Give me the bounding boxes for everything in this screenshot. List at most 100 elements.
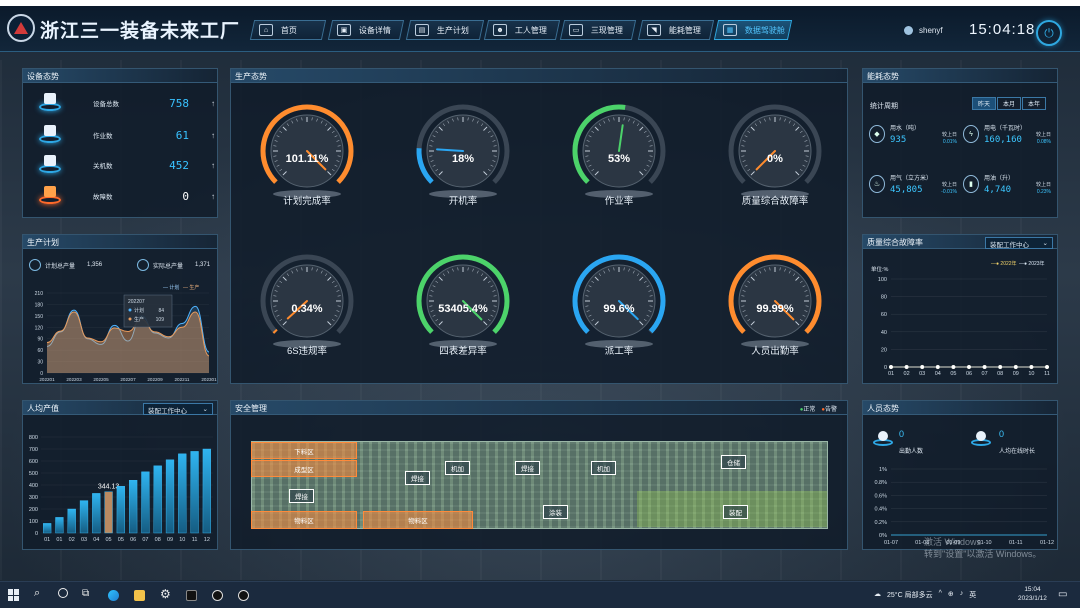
gauge-3: 53% 作业率 xyxy=(569,101,669,211)
plan-x-tick: 202201 xyxy=(39,377,55,382)
zone-welding-1[interactable]: 焊接 xyxy=(289,489,314,503)
tab-yesterday[interactable]: 昨天 xyxy=(972,97,997,110)
app-title: 浙江三一装备未来工厂 xyxy=(40,20,241,42)
zone-storage[interactable]: 仓储 xyxy=(721,455,746,469)
tray-chevron-icon[interactable]: ^ xyxy=(939,590,942,600)
tab-year[interactable]: 本年 xyxy=(1022,97,1047,110)
quality-x-tick: 05 xyxy=(950,371,956,377)
plan-tooltip-plan-label: 计划 xyxy=(134,307,144,314)
quality-point xyxy=(920,364,925,370)
gauge-label: 质量综合故障率 xyxy=(741,196,809,207)
plan-tooltip-date: 202207 xyxy=(128,299,145,305)
output-x-tick: 04 xyxy=(93,537,99,543)
tab-month[interactable]: 本月 xyxy=(997,97,1022,110)
zone-forming[interactable]: 成型区 xyxy=(251,460,357,477)
volume-icon[interactable]: ♪ xyxy=(960,590,964,600)
settings-gear-icon[interactable]: ⚙ xyxy=(160,587,171,601)
quality-workcenter-select[interactable]: 装配工作中心 ⌄ xyxy=(985,237,1053,249)
windows-start-icon[interactable] xyxy=(8,589,20,601)
cortana-icon[interactable] xyxy=(58,588,68,598)
energy-icon: ◥ xyxy=(647,24,661,36)
notification-icon[interactable]: ▭ xyxy=(1058,589,1067,600)
plan-panel: 生产计划 计划总产量 1,356 实际总产量 1,371 0 30 60 90 120 150… xyxy=(22,234,218,384)
gauge-1: 101.11% 计划完成率 xyxy=(257,101,357,211)
nav-dashboard[interactable]: ▦ 数据驾驶舱 xyxy=(713,20,793,40)
quality-y-tick: 20 xyxy=(881,347,887,353)
output-bar xyxy=(55,517,64,534)
arrow-up-icon: ↑ xyxy=(211,191,215,201)
zone-material-1[interactable]: 物料区 xyxy=(251,511,357,529)
power-button[interactable]: ⏻ xyxy=(1036,20,1062,46)
edge-icon[interactable] xyxy=(108,590,119,601)
device-shutdown-icon xyxy=(37,154,63,176)
output-bar xyxy=(178,453,187,534)
output-x-tick: 05 xyxy=(106,537,112,543)
nav-energy[interactable]: ◥ 能耗管理 xyxy=(637,20,715,40)
gauge-8: 99.99% 人员出勤率 xyxy=(725,251,825,361)
zone-welding-2[interactable]: 焊接 xyxy=(405,471,430,485)
nav-home[interactable]: ⌂ 首页 xyxy=(249,20,327,40)
search-icon[interactable]: ⌕ xyxy=(34,587,40,600)
zone-painting[interactable]: 涂装 xyxy=(543,505,568,519)
zone-assembly[interactable]: 装配 xyxy=(723,505,748,519)
gauge-value-arc xyxy=(272,328,278,334)
arrow-up-icon: ↑ xyxy=(211,130,215,140)
online-time-value: 0 xyxy=(999,429,1005,439)
windows-taskbar: ⌕ ⧉ ⚙ ☁ 25°C 局部多云 ^ ⊕ ♪ 英 15:04 2023/1/12… xyxy=(0,581,1080,608)
ime-indicator[interactable]: 英 xyxy=(969,590,976,600)
safety-title: 安全管理 xyxy=(231,401,847,415)
weather-text[interactable]: 25°C 局部多云 xyxy=(887,590,933,600)
plan-x-tick: 202203 xyxy=(66,377,82,382)
file-explorer-icon[interactable] xyxy=(134,590,145,601)
quality-chart: —● 2022年 —● 2023年 0 20 40 60 80 100 01 02 03 04 05 06… xyxy=(878,260,1050,377)
gauge-value: 101.11% xyxy=(285,153,329,165)
taskbar-clock[interactable]: 15:04 2023/1/12 xyxy=(1018,585,1047,603)
unreal-engine-icon-2[interactable] xyxy=(238,590,249,601)
gauge-label: 作业率 xyxy=(604,196,634,207)
personnel-x-tick: 01-12 xyxy=(1040,540,1054,546)
plan-title: 生产计划 xyxy=(23,235,217,249)
output-x-tick: 11 xyxy=(192,537,198,543)
user-info[interactable]: shenyf xyxy=(904,26,943,35)
quality-y-tick: 60 xyxy=(881,312,887,318)
plan-y-tick: 90 xyxy=(37,337,43,343)
output-x-tick: 05 xyxy=(118,537,124,543)
nav-worker[interactable]: ☻ 工人管理 xyxy=(483,20,561,40)
quality-point xyxy=(966,364,972,370)
nav-monitor[interactable]: ▭ 三现管理 xyxy=(559,20,637,40)
zone-machining-2[interactable]: 机加 xyxy=(591,461,616,475)
personnel-title: 人员态势 xyxy=(863,401,1057,415)
quality-point xyxy=(982,364,987,370)
zone-material-2[interactable]: 物料区 xyxy=(363,511,473,529)
weather-icon[interactable]: ☁ xyxy=(874,590,881,600)
safety-legend: ●正常 ●告警 xyxy=(799,407,837,413)
terminal-icon[interactable] xyxy=(186,590,197,601)
gauge-dial xyxy=(260,254,354,348)
quality-legend-2022: —● 2022年 xyxy=(991,260,1017,267)
equipment-row-total: 设备总数 758 ↑ xyxy=(37,91,227,115)
network-icon[interactable]: ⊕ xyxy=(948,590,954,600)
output-chart: 0 100 200 300 400 500 600 700 800 01 01 02 03 04 05 344… xyxy=(29,435,213,543)
zone-machining-1[interactable]: 机加 xyxy=(445,461,470,475)
output-workcenter-select[interactable]: 装配工作中心 ⌄ xyxy=(143,403,213,415)
nav-device[interactable]: ▣ 设备详情 xyxy=(327,20,405,40)
quality-x-tick: 01 xyxy=(888,371,894,377)
plan-icon: ▤ xyxy=(415,24,429,36)
electric-icon: ϟ xyxy=(963,125,979,143)
unreal-engine-icon[interactable] xyxy=(212,590,223,601)
nav-plan[interactable]: ▤ 生产计划 xyxy=(405,20,485,40)
task-view-icon[interactable]: ⧉ xyxy=(82,588,89,599)
plan-y-tick: 60 xyxy=(37,348,43,354)
personnel-y-tick: 0% xyxy=(879,533,887,539)
output-bar xyxy=(79,500,89,534)
zone-welding-3[interactable]: 焊接 xyxy=(515,461,540,475)
quality-y-tick: 40 xyxy=(881,330,887,336)
gauge-dial xyxy=(416,254,510,348)
gauge-label: 四表差异率 xyxy=(439,346,487,357)
zone-cutting[interactable]: 下料区 xyxy=(251,442,357,459)
quality-panel: 质量综合故障率 装配工作中心 ⌄ 单位:% —● 2022年 —● 2023年 0 20… xyxy=(862,234,1058,384)
output-x-tick: 12 xyxy=(204,537,210,543)
header-bar: 浙江三一装备未来工厂 ⌂ 首页 ▣ 设备详情 ▤ 生产计划 ☻ 工人管理 ▭ 三现管理 ◥… xyxy=(0,6,1080,52)
gauge-value: 53405.4% xyxy=(438,303,488,315)
personnel-y-tick: 0.8% xyxy=(874,480,887,486)
